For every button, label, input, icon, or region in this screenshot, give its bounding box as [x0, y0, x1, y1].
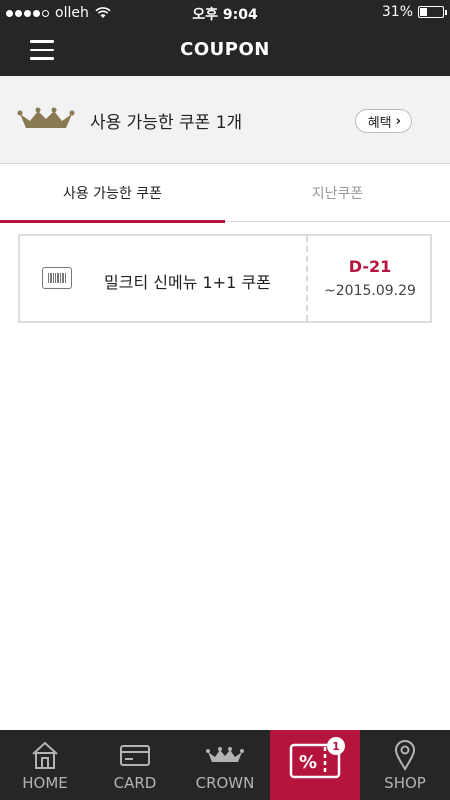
- coupon-card[interactable]: 밀크티 신메뉴 1+1 쿠폰 D-21 ~2015.09.29: [18, 234, 432, 323]
- coupon-summary: 사용 가능한 쿠폰 1개 혜택 ›: [0, 76, 450, 164]
- location-pin-icon: [394, 740, 416, 771]
- svg-text:%: %: [299, 752, 317, 773]
- nav-home[interactable]: HOME: [0, 730, 90, 800]
- nav-shop-label: SHOP: [384, 774, 426, 792]
- coupon-dday: D-21: [348, 257, 392, 276]
- benefit-button-label: 혜택: [367, 115, 392, 131]
- nav-coupon[interactable]: % 1: [270, 730, 360, 800]
- coupon-name: 밀크티 신메뉴 1+1 쿠폰: [104, 273, 271, 292]
- benefit-button[interactable]: 혜택 ›: [354, 109, 412, 133]
- crown-icon: [17, 107, 75, 128]
- battery-percent: 31%: [381, 4, 413, 20]
- coupon-expiry: ~2015.09.29: [324, 283, 416, 299]
- card-icon: [120, 745, 150, 766]
- nav-crown[interactable]: CROWN: [180, 730, 270, 800]
- battery-status: 31%: [381, 4, 447, 20]
- nav-home-label: HOME: [22, 774, 68, 792]
- tab-past-coupons[interactable]: 지난쿠폰: [225, 164, 450, 222]
- coupon-count-badge: 1: [327, 737, 345, 755]
- nav-shop[interactable]: SHOP: [360, 730, 450, 800]
- coupon-tabs: 사용 가능한 쿠폰 지난쿠폰: [0, 164, 450, 223]
- home-icon: [32, 741, 58, 769]
- available-coupon-count: 사용 가능한 쿠폰 1개: [90, 113, 243, 133]
- status-bar: olleh 오후 9:04 31%: [0, 0, 450, 26]
- app-header: COUPON: [0, 26, 450, 76]
- barcode-icon: [42, 267, 72, 289]
- nav-card-label: CARD: [113, 774, 157, 792]
- page-title: COUPON: [180, 39, 270, 60]
- nav-crown-label: CROWN: [195, 774, 255, 792]
- tab-available-coupons[interactable]: 사용 가능한 쿠폰: [0, 164, 225, 223]
- crown-icon: [206, 747, 244, 762]
- coupon-divider: [306, 236, 308, 321]
- bottom-nav: HOME CARD CROWN % 1 SHOP: [0, 730, 450, 800]
- battery-icon: [418, 6, 447, 18]
- nav-card[interactable]: CARD: [90, 730, 180, 800]
- chevron-right-icon: ›: [395, 113, 401, 129]
